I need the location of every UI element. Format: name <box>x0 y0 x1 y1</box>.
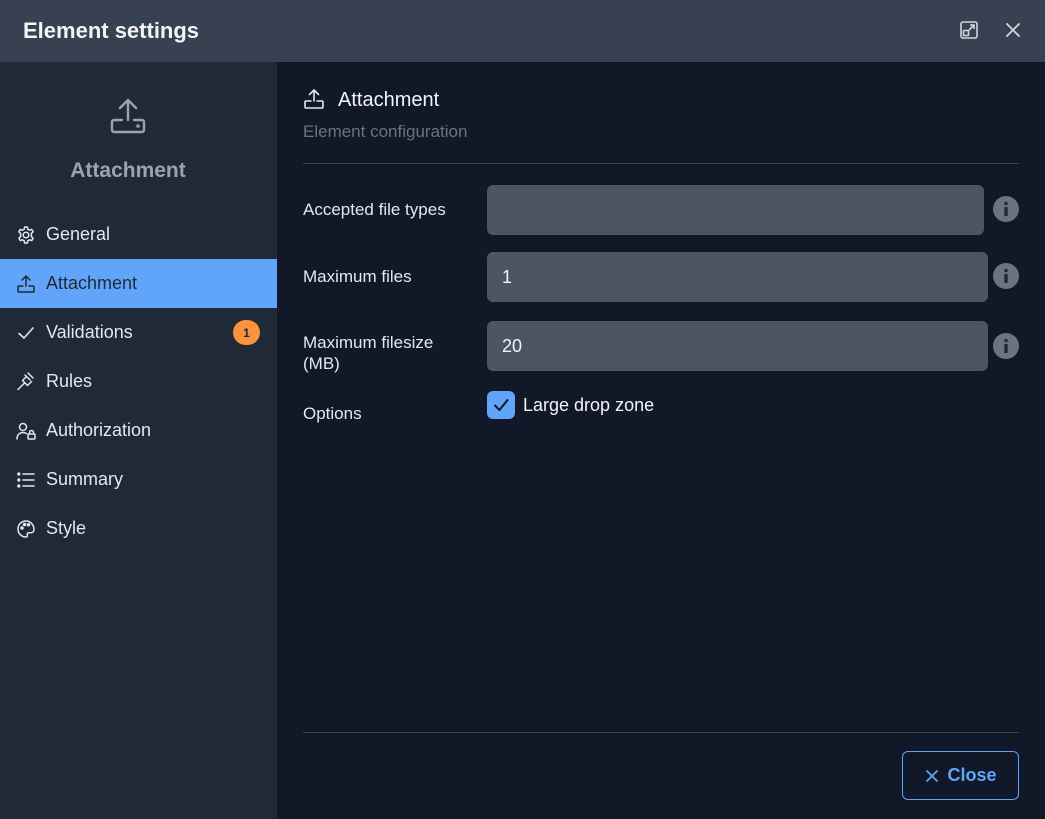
sidebar: Attachment General Attachment Validation… <box>0 62 277 819</box>
info-icon[interactable] <box>993 263 1019 289</box>
upload-tray-icon <box>16 274 36 294</box>
large-drop-zone-label[interactable]: Large drop zone <box>523 395 654 416</box>
sidebar-item-label: Authorization <box>46 420 152 440</box>
panel-subtitle: Element configuration <box>303 122 468 141</box>
footer-divider <box>303 732 1019 733</box>
gavel-icon <box>16 371 36 392</box>
panel-title: Attachment <box>338 89 440 111</box>
close-icon <box>926 769 939 782</box>
sidebar-item-label: General <box>46 224 111 244</box>
accepted-file-types-label: Accepted file types <box>303 200 446 219</box>
check-icon <box>494 399 509 411</box>
options-label: Options <box>303 404 362 423</box>
close-button-label: Close <box>947 765 997 785</box>
close-button[interactable]: Close <box>902 751 1019 800</box>
dialog-title: Element settings <box>23 18 200 43</box>
palette-icon <box>16 519 36 539</box>
sidebar-item-label: Attachment <box>46 273 138 293</box>
info-icon[interactable] <box>993 333 1019 359</box>
maximum-filesize-label: Maximum filesize (MB) <box>303 333 434 373</box>
upload-tray-icon <box>303 88 325 110</box>
sidebar-item-style[interactable]: Style <box>0 504 277 553</box>
sidebar-item-label: Validations <box>46 322 133 342</box>
upload-tray-icon <box>108 96 148 136</box>
sidebar-item-validations[interactable]: Validations 1 <box>0 308 277 357</box>
sidebar-item-summary[interactable]: Summary <box>0 455 277 504</box>
main-panel: Attachment Element configuration Accepte… <box>277 62 1045 819</box>
sidebar-item-attachment[interactable]: Attachment <box>0 259 277 308</box>
element-settings-dialog: Element settings Attachment General Atta… <box>0 0 1045 819</box>
sidebar-nav: General Attachment Validations 1 Rules A… <box>0 210 277 553</box>
header-divider <box>303 163 1019 164</box>
maximum-filesize-input[interactable] <box>487 321 988 371</box>
gear-icon <box>16 225 36 245</box>
info-icon[interactable] <box>993 196 1019 222</box>
sidebar-item-label: Style <box>46 518 87 538</box>
accepted-file-types-input[interactable] <box>487 185 984 235</box>
validation-count-badge: 1 <box>233 320 260 345</box>
sidebar-item-rules[interactable]: Rules <box>0 357 277 406</box>
expand-icon[interactable] <box>958 19 980 41</box>
maximum-files-label: Maximum files <box>303 267 412 286</box>
list-icon <box>16 470 36 490</box>
maximum-files-input[interactable] <box>487 252 988 302</box>
large-drop-zone-checkbox[interactable] <box>487 391 515 419</box>
sidebar-item-label: Rules <box>46 371 93 391</box>
sidebar-item-general[interactable]: General <box>0 210 277 259</box>
check-icon <box>16 323 36 343</box>
sidebar-item-label: Summary <box>46 469 124 489</box>
sidebar-title: Attachment <box>70 159 186 182</box>
close-icon[interactable] <box>1002 19 1024 41</box>
sidebar-item-authorization[interactable]: Authorization <box>0 406 277 455</box>
dialog-titlebar: Element settings <box>0 0 1045 62</box>
user-lock-icon <box>16 421 36 441</box>
